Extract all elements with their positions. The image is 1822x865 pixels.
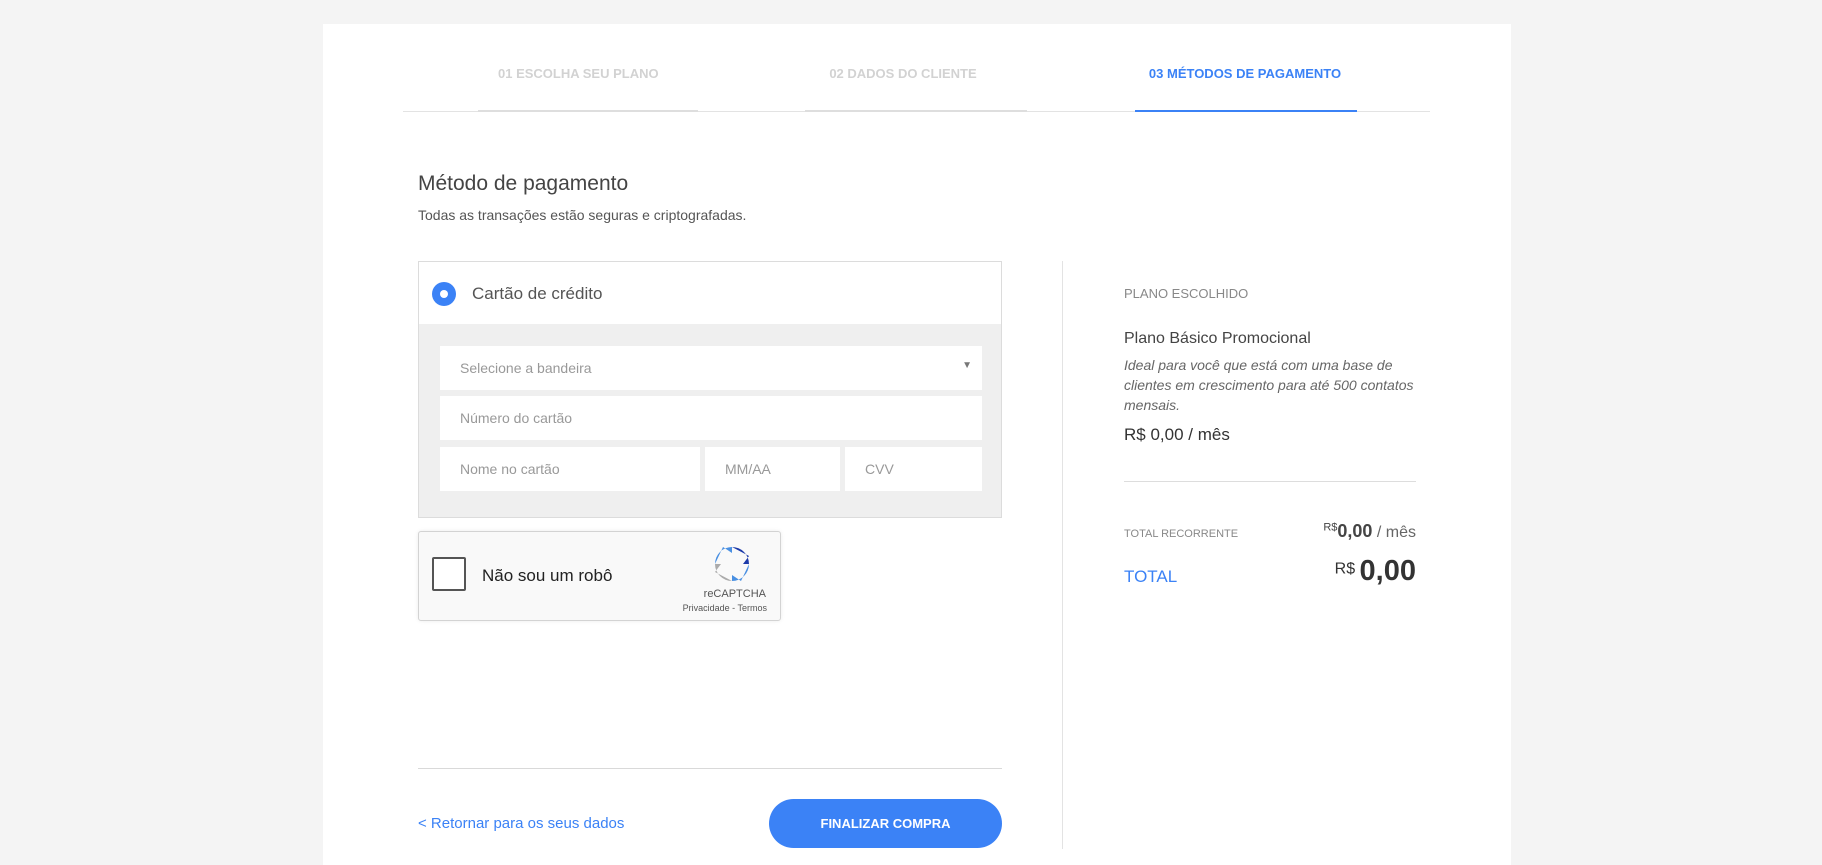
recaptcha-checkbox[interactable] <box>432 557 466 591</box>
recaptcha-label: Não sou um robô <box>482 566 613 585</box>
total-amount: 0,00 <box>1359 555 1416 587</box>
recaptcha-logo-icon <box>715 547 749 581</box>
credit-card-option[interactable]: Cartão de crédito <box>419 262 1001 324</box>
radio-selected-icon[interactable] <box>432 282 456 306</box>
recaptcha-terms-link[interactable]: Termos <box>737 603 767 613</box>
plan-description: Ideal para você que está com uma base de… <box>1124 357 1414 413</box>
total-label: TOTAL <box>1124 567 1178 586</box>
credit-card-panel: Cartão de crédito Selecione a bandeira ▼… <box>418 261 1002 518</box>
recaptcha-privacy-link[interactable]: Privacidade <box>683 603 730 613</box>
step-choose-plan-underline <box>478 110 698 112</box>
card-brand-placeholder: Selecione a bandeira <box>460 360 592 376</box>
back-to-client-data-link[interactable]: < Retornar para os seus dados <box>418 815 624 832</box>
footer-divider <box>418 768 1002 769</box>
total-value: R$ 0,00 <box>1335 555 1416 588</box>
finish-purchase-button[interactable]: FINALIZAR COMPRA <box>769 799 1002 848</box>
card-brand-select[interactable]: Selecione a bandeira ▼ <box>440 346 982 390</box>
recurring-period: / mês <box>1376 524 1416 541</box>
column-divider <box>1062 261 1063 849</box>
card-name-input[interactable]: Nome no cartão <box>440 447 700 491</box>
page-title: Método de pagamento <box>418 172 629 195</box>
card-number-input[interactable]: Número do cartão <box>440 396 982 440</box>
chevron-down-icon: ▼ <box>962 360 972 371</box>
plan-price: R$ 0,00 / mês <box>1124 425 1230 444</box>
checkout-steps: 01 ESCOLHA SEU PLANO 02 DADOS DO CLIENTE… <box>403 0 1430 112</box>
recurring-total-value: R$0,00 / mês <box>1323 521 1416 542</box>
card-expiry-input[interactable]: MM/AA <box>705 447 840 491</box>
step-choose-plan[interactable]: 01 ESCOLHA SEU PLANO <box>498 66 659 81</box>
recurring-amount: 0,00 <box>1337 521 1373 541</box>
step-payment-methods-underline <box>1135 110 1357 112</box>
recurring-currency: R$ <box>1323 521 1338 534</box>
step-client-data-underline <box>805 110 1027 112</box>
plan-name: Plano Básico Promocional <box>1124 330 1311 347</box>
recaptcha-separator: - <box>732 603 736 613</box>
recaptcha-links: Privacidade - Termos <box>683 603 767 613</box>
total-currency: R$ <box>1334 560 1356 578</box>
step-payment-methods[interactable]: 03 MÉTODOS DE PAGAMENTO <box>1135 66 1355 81</box>
summary-divider <box>1124 481 1416 482</box>
plan-summary-heading: PLANO ESCOLHIDO <box>1124 286 1249 301</box>
recurring-total-label: TOTAL RECORRENTE <box>1124 528 1239 540</box>
recaptcha-brand: reCAPTCHA <box>703 588 766 600</box>
step-client-data[interactable]: 02 DADOS DO CLIENTE <box>818 66 988 81</box>
recaptcha-widget: Não sou um robô reCAPTCHA Privacidade - … <box>418 531 781 621</box>
credit-card-option-label: Cartão de crédito <box>472 284 603 303</box>
page-subtitle: Todas as transações estão seguras e crip… <box>418 207 747 223</box>
card-cvv-input[interactable]: CVV <box>845 447 982 491</box>
